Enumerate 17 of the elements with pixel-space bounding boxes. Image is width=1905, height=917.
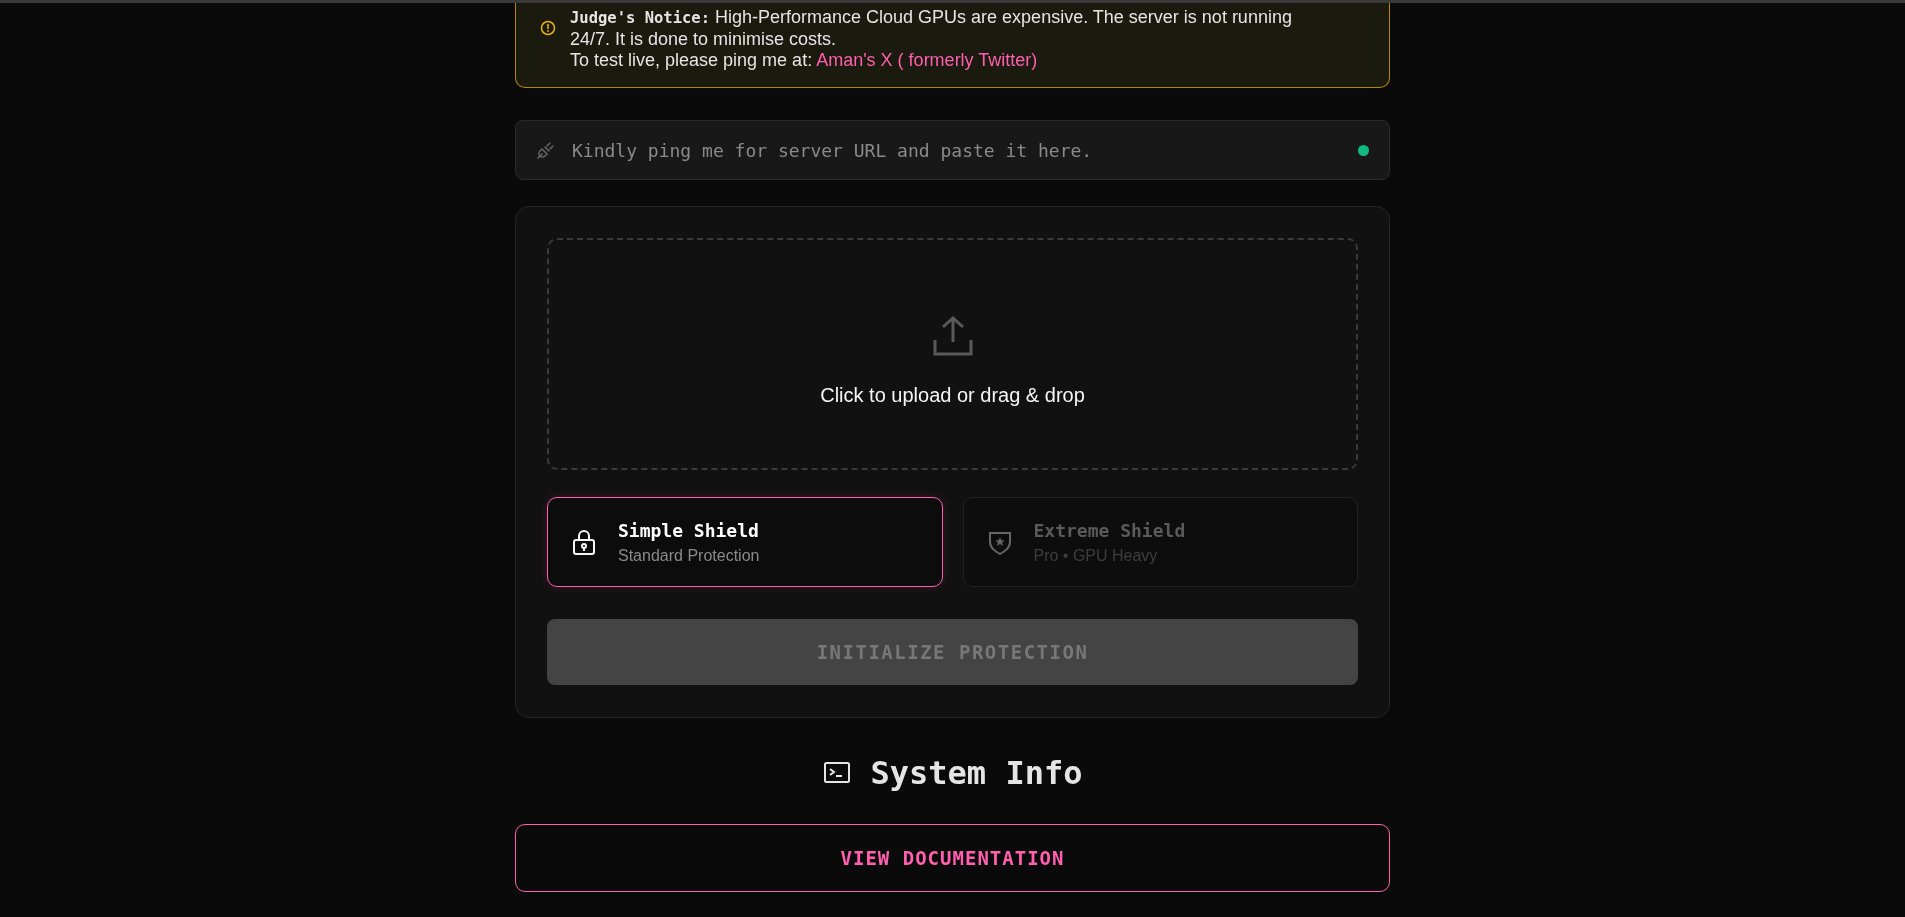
lock-icon (570, 528, 598, 556)
warning-icon (540, 20, 556, 36)
plug-icon (536, 140, 556, 160)
notice-text: Judge's Notice: High-Performance Cloud GPUs are expensive. The server is not running 24/7. It is done to minimise costs. (570, 7, 1292, 49)
twitter-link[interactable]: Aman's X ( formerly Twitter) (816, 50, 1038, 70)
upload-label: Click to upload or drag & drop (820, 383, 1085, 407)
notice-prompt: To test live, please ping me at: (570, 50, 813, 70)
mode-subtitle: Standard Protection (618, 546, 760, 565)
dropzone[interactable]: Click to upload or drag & drop (547, 238, 1358, 470)
mode-option[interactable]: Simple Shield Standard Protection (547, 497, 943, 587)
mode-title: Extreme Shield (1033, 519, 1186, 541)
section-title: System Info (870, 754, 1083, 792)
terminal-icon (822, 761, 851, 785)
mode-title: Simple Shield (618, 519, 760, 541)
url-input[interactable]: Kindly ping me for server URL and paste it here. (570, 138, 1344, 162)
view-documentation-button[interactable]: VIEW DOCUMENTATION (515, 824, 1390, 892)
server-url-field[interactable]: Kindly ping me for server URL and paste it here. (515, 120, 1390, 180)
